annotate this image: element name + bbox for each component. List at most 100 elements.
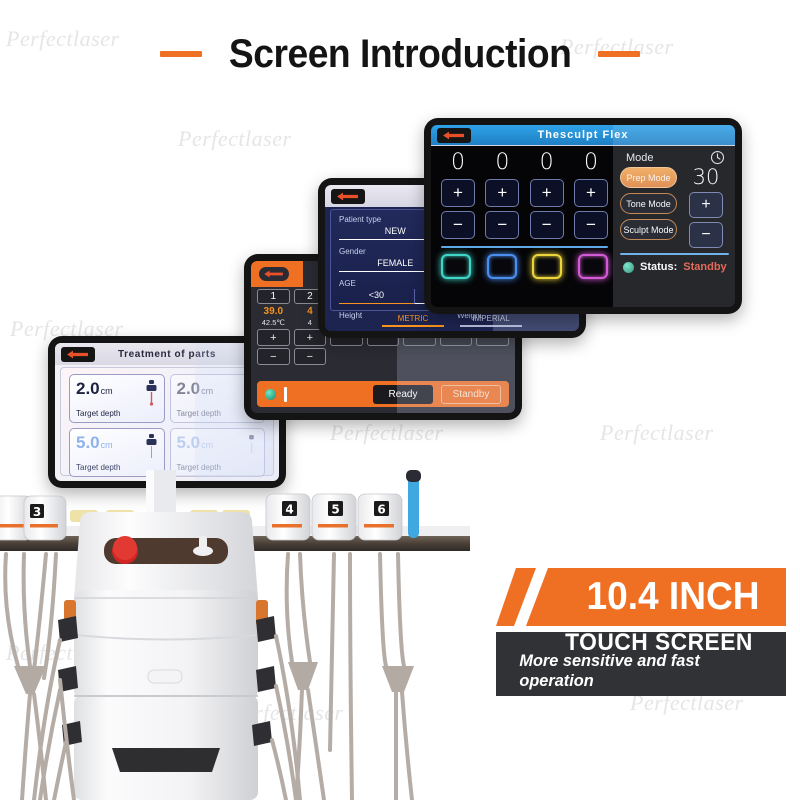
channel-value: 0 bbox=[539, 150, 554, 175]
channel-indicators bbox=[439, 254, 610, 280]
channel-value: 0 bbox=[583, 150, 598, 175]
watermark-text: Perfectlaser bbox=[600, 420, 714, 445]
timer-minus-button[interactable]: − bbox=[689, 222, 723, 248]
channel-indicator-4[interactable] bbox=[577, 254, 608, 280]
channel-plus-button[interactable]: + bbox=[485, 179, 520, 208]
channel-minus-button[interactable]: − bbox=[485, 211, 520, 240]
title-rule-right bbox=[598, 51, 641, 57]
weight-value: 40. 0 bbox=[527, 330, 551, 331]
mode-label-sculpt: Sculpt Mode bbox=[623, 224, 674, 235]
decrease-buttons: − − − − bbox=[439, 211, 610, 240]
main-titlebar: Thesculpt Flex bbox=[431, 125, 735, 146]
mode-button-prep[interactable]: Prep Mode bbox=[620, 167, 677, 188]
status-value: Standby bbox=[683, 261, 727, 273]
channel-minus-button[interactable]: − bbox=[257, 348, 290, 366]
depth-value: 5.0 bbox=[76, 433, 100, 452]
depth-unit: cm bbox=[100, 440, 113, 450]
channel-column[interactable]: 1 39.0 42.5℃ + − bbox=[257, 289, 290, 381]
device-photo: 3 4 5 6 bbox=[0, 470, 470, 800]
age-under-30[interactable]: <30 bbox=[339, 289, 414, 304]
channel-setpoint: 39.0 bbox=[263, 306, 284, 317]
mode-label-tone: Tone Mode bbox=[626, 198, 671, 209]
clock-icon bbox=[710, 150, 725, 165]
standby-label: Standby bbox=[452, 388, 490, 400]
increase-buttons: + + + + bbox=[439, 179, 610, 208]
unit-imperial[interactable]: IMPERIAL bbox=[460, 314, 522, 327]
channel-plus-button[interactable]: + bbox=[529, 179, 564, 208]
standby-button[interactable]: Standby bbox=[441, 384, 501, 404]
svg-text:4: 4 bbox=[285, 503, 293, 517]
svg-text:3: 3 bbox=[33, 505, 41, 519]
channel-minus-button[interactable]: − bbox=[529, 211, 564, 240]
mode-button-sculpt[interactable]: Sculpt Mode bbox=[620, 219, 677, 240]
section-divider bbox=[441, 246, 608, 249]
power-indicator-icon bbox=[265, 388, 276, 400]
depth-value: 2.0 bbox=[76, 379, 100, 398]
channel-plus-button[interactable]: + bbox=[573, 179, 608, 208]
status-action-bar: Ready Standby bbox=[257, 381, 509, 407]
watermark-text: Perfectlaser bbox=[330, 420, 444, 445]
timer-control: 30 + − bbox=[683, 167, 729, 248]
channel-value: 0 bbox=[495, 150, 510, 175]
ready-button[interactable]: Ready bbox=[373, 384, 433, 404]
page-title: Screen Introduction bbox=[0, 34, 800, 74]
bar-divider bbox=[284, 386, 287, 402]
channel-minus-button[interactable]: − bbox=[441, 211, 475, 240]
title-rule-left bbox=[159, 51, 202, 57]
feature-badge: 10.4 INCH TOUCH SCREEN More sensitive an… bbox=[496, 562, 786, 698]
status-bar: Status: Standby bbox=[620, 261, 729, 273]
depth-unit: cm bbox=[201, 440, 214, 450]
depth-unit: cm bbox=[201, 386, 214, 396]
back-arrow-icon bbox=[337, 192, 358, 200]
channel-value: 0 bbox=[451, 150, 465, 175]
main-title-text: Thesculpt Flex bbox=[537, 129, 629, 141]
timer-plus-button[interactable]: + bbox=[689, 192, 723, 218]
channel-indicator-3[interactable] bbox=[532, 254, 563, 280]
channel-setpoint: 4 bbox=[307, 306, 313, 317]
body-depth-icon bbox=[145, 380, 158, 406]
back-arrow-icon bbox=[443, 131, 464, 139]
depth-label: Target depth bbox=[76, 409, 121, 418]
badge-orange-band bbox=[526, 568, 786, 626]
channel-plus-button[interactable]: + bbox=[257, 329, 290, 347]
channel-plus-button[interactable]: + bbox=[441, 179, 475, 208]
badge-dark-band bbox=[496, 632, 786, 696]
unit-metric[interactable]: METRIC bbox=[382, 314, 444, 327]
channel-minus-button[interactable]: − bbox=[293, 348, 327, 366]
timer-value: 30 bbox=[692, 165, 720, 189]
channel-values: 0 0 0 0 bbox=[439, 150, 610, 175]
unit-system-toggle: METRIC IMPERIAL bbox=[330, 312, 574, 329]
channel-minus-button[interactable]: − bbox=[573, 211, 608, 240]
depth-value: 5.0 bbox=[176, 433, 201, 452]
screenshot-thesculpt-flex-main: Thesculpt Flex 0 0 0 0 + + + + − − − − M… bbox=[424, 118, 742, 314]
channel-current-temp: 4 bbox=[307, 318, 312, 327]
ready-label: Ready bbox=[388, 388, 418, 400]
mode-label-prep: Prep Mode bbox=[626, 172, 671, 183]
body-depth-icon bbox=[145, 434, 158, 460]
back-button[interactable] bbox=[437, 127, 471, 143]
target-depth-card[interactable]: 2.0cm Target depth bbox=[69, 374, 165, 423]
parts-card-grid: 2.0cm Target depth 2.0cm Target depth 5.… bbox=[60, 367, 274, 477]
status-label: Status: bbox=[640, 261, 678, 273]
back-arrow-icon bbox=[264, 270, 283, 278]
poster-canvas: Perfectlaser Perfectlaser Perfectlaser P… bbox=[0, 0, 800, 800]
mode-buttons: Prep Mode Tone Mode Sculpt Mode bbox=[620, 167, 677, 248]
page-title-text: Screen Introduction bbox=[228, 32, 572, 76]
height-value: 0. 0 bbox=[414, 330, 432, 331]
back-button[interactable] bbox=[331, 188, 365, 204]
channel-indicator-1[interactable] bbox=[441, 254, 471, 280]
channel-number: 1 bbox=[257, 289, 290, 304]
back-button[interactable] bbox=[61, 346, 95, 362]
depth-value: 2.0 bbox=[176, 379, 201, 398]
mode-button-tone[interactable]: Tone Mode bbox=[620, 193, 677, 214]
svg-text:6: 6 bbox=[377, 503, 385, 517]
channel-current-temp: 42.5℃ bbox=[261, 318, 285, 327]
depth-unit: cm bbox=[100, 386, 113, 396]
back-button[interactable] bbox=[259, 267, 289, 281]
channel-indicator-2[interactable] bbox=[486, 254, 517, 280]
back-arrow-icon bbox=[67, 350, 88, 358]
mode-panel: Mode Prep Mode Tone Mode Sculpt Mode 30 … bbox=[616, 147, 735, 307]
section-divider bbox=[620, 253, 729, 255]
mode-label: Mode bbox=[626, 151, 654, 164]
body-depth-icon bbox=[245, 434, 258, 460]
